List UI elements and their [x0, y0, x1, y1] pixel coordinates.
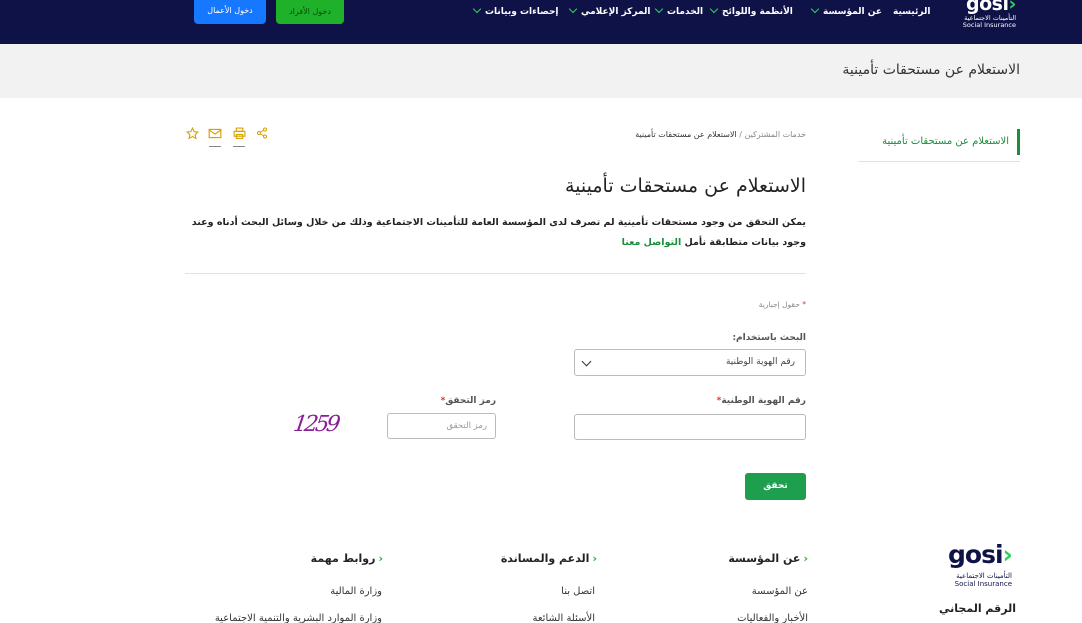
footer-link-news[interactable]: الأخبار والفعاليات [737, 613, 808, 623]
print-icon[interactable] [232, 127, 246, 141]
star-icon[interactable] [185, 126, 199, 141]
verify-button[interactable]: تحقق [745, 473, 806, 500]
search-by-value: رقم الهوية الوطنية [725, 357, 795, 367]
breadcrumb-current: الاستعلام عن مستحقات تأمينية [635, 130, 737, 139]
footer-heading-links: ‹روابط مهمة [310, 552, 383, 565]
chevron-down-icon [472, 4, 482, 14]
page-title: الاستعلام عن مستحقات تأمينية [564, 175, 806, 197]
title-band: الاستعلام عن مستحقات تأمينية [0, 44, 1082, 98]
page-description: يمكن التحقق من وجود مستحقات تأمينية لم ت… [190, 213, 806, 253]
sidebar-divider [858, 161, 1020, 162]
footer-link-hr[interactable]: وزارة الموارد البشرية والتنمية الاجتماعي… [215, 613, 382, 623]
footer-heading-support: ‹الدعم والمساندة [500, 552, 597, 565]
top-navbar: gosi› التأمينات الاجتماعية Social Insura… [0, 0, 1082, 44]
required-fields-note: * حقول إجبارية [758, 300, 806, 309]
captcha-placeholder: رمز التحقق [446, 421, 487, 431]
individuals-login-button[interactable]: دخول الأفراد [276, 0, 344, 24]
nav-about[interactable]: عن المؤسسة [810, 4, 882, 21]
nav-statistics[interactable]: إحصاءات وبيانات [472, 4, 559, 21]
captcha-label: رمز التحقق* [440, 396, 496, 406]
footer-link-about[interactable]: عن المؤسسة [752, 586, 808, 597]
chevron-left-icon: ‹ [803, 552, 808, 565]
footer-logo-arabic-text: التأمينات الاجتماعية [956, 572, 1012, 580]
footer-link-finance[interactable]: وزارة المالية [330, 586, 382, 597]
footer-logo-english-text: Social Insurance [954, 580, 1012, 588]
content-divider [185, 273, 806, 274]
chevron-down-icon [709, 4, 719, 14]
breadcrumb-separator: / [739, 130, 742, 139]
required-star: * [802, 300, 806, 309]
chevron-down-icon [654, 4, 664, 14]
nav-home[interactable]: الرئيسية [893, 7, 930, 21]
share-icon[interactable] [255, 127, 269, 141]
free-number-label: الرقم المجاني [939, 602, 1016, 615]
nav-services[interactable]: الخدمات [654, 4, 703, 21]
national-id-input[interactable] [574, 414, 806, 440]
logo-wordmark: gosi [966, 0, 1009, 15]
contact-us-link[interactable]: التواصل معنا [622, 237, 682, 248]
nav-regulations[interactable]: الأنظمة واللوائح [709, 4, 793, 21]
description-text: يمكن التحقق من وجود مستحقات تأمينية لم ت… [191, 217, 806, 248]
mail-icon[interactable] [208, 127, 222, 141]
logo-english-text: Social Insurance [962, 21, 1016, 29]
chevron-down-icon [810, 4, 820, 14]
captcha-input[interactable]: رمز التحقق [387, 413, 496, 439]
chevron-down-icon [581, 356, 592, 367]
band-title: الاستعلام عن مستحقات تأمينية [842, 62, 1020, 78]
footer-logo-wordmark: gosi [948, 540, 1004, 569]
captcha-image: 1259 [291, 412, 340, 437]
footer-gosi-logo[interactable]: gosi› التأمينات الاجتماعية Social Insura… [946, 540, 1016, 592]
national-id-label: رقم الهوية الوطنية* [716, 396, 806, 406]
share-toolbar [185, 126, 271, 149]
chevron-left-icon: ‹ [378, 552, 383, 565]
search-by-label: البحث باستخدام: [732, 333, 806, 343]
nav-media-center[interactable]: المركز الإعلامي [568, 4, 651, 21]
logo-chevron-icon: › [1008, 0, 1016, 15]
footer-link-contact[interactable]: اتصل بنا [561, 586, 595, 597]
breadcrumb-parent[interactable]: خدمات المشتركين [744, 130, 806, 139]
business-login-button[interactable]: دخول الأعمال [194, 0, 266, 24]
chevron-left-icon: ‹ [592, 552, 597, 565]
footer-link-faq[interactable]: الأسئلة الشائعة [533, 613, 596, 623]
logo-chevron-icon: › [1002, 540, 1013, 569]
sidebar-item-insurance-inquiry[interactable]: الاستعلام عن مستحقات تأمينية [858, 129, 1020, 155]
chevron-down-icon [568, 4, 578, 14]
breadcrumb: خدمات المشتركين / الاستعلام عن مستحقات ت… [635, 130, 806, 139]
footer-heading-about: ‹عن المؤسسة [728, 552, 808, 565]
page: gosi› التأمينات الاجتماعية Social Insura… [0, 0, 1082, 623]
gosi-logo[interactable]: gosi› التأمينات الاجتماعية Social Insura… [960, 0, 1022, 30]
search-by-select[interactable]: رقم الهوية الوطنية [574, 349, 806, 376]
